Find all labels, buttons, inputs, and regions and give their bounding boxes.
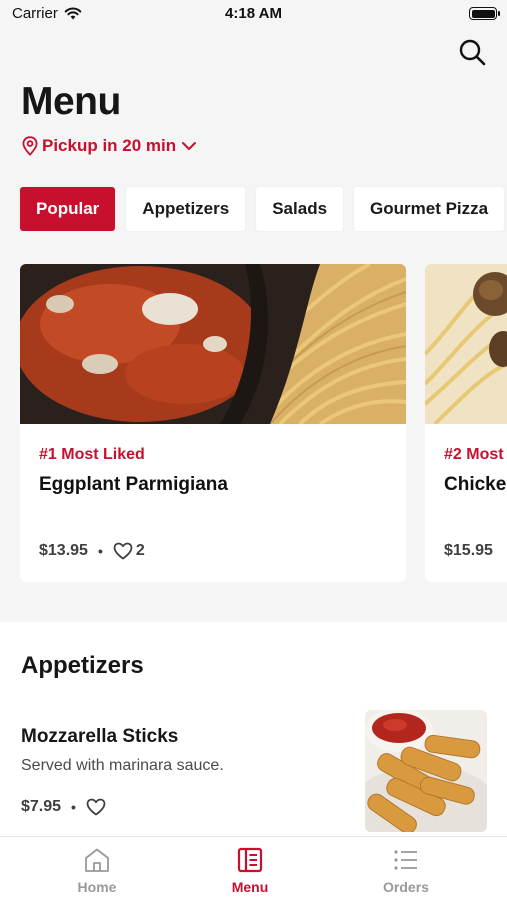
menu-item-price: $7.95 <box>21 798 62 815</box>
search-icon <box>459 39 486 66</box>
search-button[interactable] <box>456 36 488 68</box>
tab-label: Home <box>77 879 117 895</box>
pickup-label: Pickup in 20 min <box>42 136 177 155</box>
heart-icon <box>113 542 133 560</box>
tab-orders[interactable]: Orders <box>346 847 466 895</box>
tab-label: Orders <box>383 879 429 895</box>
tab-bar: Home Menu Orders <box>0 836 507 900</box>
category-chip-gourmet-pizza[interactable]: Gourmet Pizza <box>354 187 505 231</box>
card-item-name: Chicken <box>444 474 507 495</box>
tab-menu[interactable]: Menu <box>190 847 310 895</box>
card-meta: $13.95 • 2 <box>39 542 145 560</box>
mozzarella-sticks-image <box>365 710 487 832</box>
home-icon <box>85 848 109 872</box>
menu-item-meta: $7.95 • <box>21 798 106 816</box>
popular-card[interactable]: #1 Most Liked Eggplant Parmigiana $13.95… <box>20 264 406 582</box>
separator-dot: • <box>97 543 103 559</box>
tab-home[interactable]: Home <box>37 847 157 895</box>
card-rank: #1 Most Liked <box>39 446 145 463</box>
card-price: $13.95 <box>39 542 88 559</box>
list-icon <box>394 850 417 870</box>
appetizers-section: Appetizers Mozzarella Sticks Served with… <box>0 622 507 852</box>
category-chip-appetizers[interactable]: Appetizers <box>126 187 246 231</box>
menu-book-icon <box>237 847 263 873</box>
battery-icon <box>469 7 500 20</box>
menu-item-description: Served with marinara sauce. <box>21 757 224 774</box>
menu-item-name: Mozzarella Sticks <box>21 726 179 747</box>
like-count: 2 <box>135 542 145 559</box>
location-pin-icon <box>22 136 38 156</box>
section-title: Appetizers <box>21 652 144 679</box>
separator-dot: • <box>71 799 76 815</box>
popular-card[interactable]: #2 Most Liked Chicken $15.95 <box>425 264 507 582</box>
like-button[interactable]: 2 <box>113 542 145 560</box>
clock: 4:18 AM <box>225 5 282 22</box>
like-button[interactable] <box>86 798 106 816</box>
card-rank: #2 Most Liked <box>444 446 507 463</box>
chicken-dish-image <box>425 264 507 424</box>
eggplant-parmigiana-image <box>20 264 406 424</box>
tab-label: Menu <box>231 879 269 895</box>
status-bar: Carrier 4:18 AM <box>0 0 507 30</box>
pickup-time-selector[interactable]: Pickup in 20 min <box>22 136 198 156</box>
card-meta: $15.95 <box>444 542 493 560</box>
chevron-down-icon <box>182 142 197 150</box>
heart-icon <box>86 798 106 816</box>
page-title: Menu <box>21 80 121 123</box>
category-chip-salads[interactable]: Salads <box>256 187 344 231</box>
category-chip-popular[interactable]: Popular <box>20 187 116 231</box>
category-tabs: Popular Appetizers Salads Gourmet Pizza <box>20 187 505 231</box>
card-item-name: Eggplant Parmigiana <box>39 474 228 495</box>
card-price: $15.95 <box>444 542 493 559</box>
popular-carousel[interactable]: #1 Most Liked Eggplant Parmigiana $13.95… <box>0 264 507 584</box>
